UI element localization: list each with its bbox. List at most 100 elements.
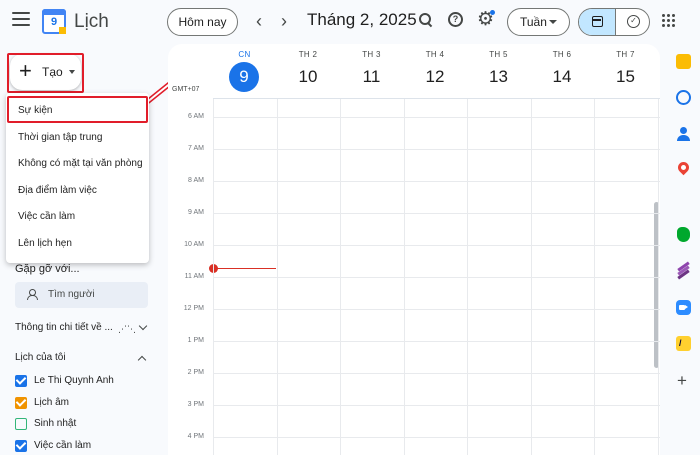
calendar-name: Lịch âm xyxy=(34,396,70,408)
evernote-icon[interactable] xyxy=(676,227,691,242)
calendar-list-item[interactable]: Việc cần làm xyxy=(15,438,155,454)
hour-gridline xyxy=(213,245,660,246)
notification-dot xyxy=(490,10,495,15)
header-divider xyxy=(213,98,660,99)
people-icon xyxy=(27,289,39,300)
maps-icon[interactable] xyxy=(675,159,692,177)
annotation-highlight-event xyxy=(7,96,148,123)
hour-gridline xyxy=(213,181,660,182)
hour-gridline xyxy=(213,309,660,310)
calendar-checkbox[interactable] xyxy=(15,418,27,430)
hour-label: 1 PM xyxy=(187,337,204,344)
calendar-checkbox[interactable] xyxy=(15,439,27,452)
hour-gridline xyxy=(213,277,660,278)
help-icon[interactable]: ? xyxy=(448,12,463,27)
insights-toggle[interactable]: Thông tin chi tiết về ... ⋰⋱ xyxy=(15,321,155,337)
mode-toggle: ✓ xyxy=(578,8,650,36)
hour-label: 3 PM xyxy=(187,401,204,408)
timezone-label: GMT+07 xyxy=(172,86,200,93)
side-panel-rail: / + xyxy=(668,44,700,455)
hour-label: 4 PM xyxy=(187,433,204,440)
search-people-placeholder: Tìm người xyxy=(48,289,95,300)
tasks-icon[interactable] xyxy=(676,90,691,105)
hour-label: 2 PM xyxy=(187,369,204,376)
hour-gridline xyxy=(213,341,660,342)
day-header[interactable]: CN 9 xyxy=(213,44,276,98)
search-people-input[interactable]: Tìm người xyxy=(15,282,148,308)
my-calendars-label: Lịch của tôi xyxy=(15,352,66,363)
top-bar: 9 Lịch Hôm nay ‹ › Tháng 2, 2025 ? ⚙ Tuầ… xyxy=(0,0,700,44)
calendar-list-item[interactable]: Sinh nhật xyxy=(15,416,155,432)
chevron-down-icon xyxy=(138,321,148,331)
day-header[interactable]: TH 6 14 xyxy=(531,44,594,98)
contacts-icon[interactable] xyxy=(676,127,691,142)
day-name: CN xyxy=(238,50,251,59)
calendar-name: Le Thi Quynh Anh xyxy=(34,375,114,386)
day-number[interactable]: 12 xyxy=(404,63,467,91)
view-select[interactable]: Tuần xyxy=(507,8,570,36)
hour-gridline xyxy=(213,213,660,214)
my-calendars-toggle[interactable]: Lịch của tôi xyxy=(15,351,155,367)
create-menu-item[interactable]: Việc cần làm xyxy=(6,204,149,230)
hour-gridline xyxy=(213,149,660,150)
day-name: TH 2 xyxy=(298,50,318,59)
create-menu-item[interactable]: Thời gian tập trung xyxy=(6,125,149,151)
stack-icon[interactable] xyxy=(676,261,691,280)
hour-label: 12 PM xyxy=(183,305,204,312)
add-addon-icon[interactable]: + xyxy=(677,372,687,389)
google-apps-icon[interactable] xyxy=(662,14,676,28)
day-number[interactable]: 9 xyxy=(229,62,259,92)
calendar-icon xyxy=(592,16,603,27)
main-menu-icon[interactable] xyxy=(12,12,30,28)
hour-label: 11 AM xyxy=(184,273,204,280)
day-name: TH 7 xyxy=(616,50,635,59)
day-name: TH 3 xyxy=(362,50,381,59)
annotation-highlight-create xyxy=(7,53,84,93)
day-number[interactable]: 15 xyxy=(594,63,657,91)
search-icon[interactable] xyxy=(419,13,433,27)
keep-icon[interactable] xyxy=(676,54,691,69)
check-circle-icon: ✓ xyxy=(627,15,640,28)
tasks-mode-button[interactable]: ✓ xyxy=(615,9,649,35)
view-select-label: Tuần xyxy=(520,15,547,29)
day-number[interactable]: 13 xyxy=(467,63,530,91)
day-number[interactable]: 11 xyxy=(340,63,403,91)
zoom-icon[interactable] xyxy=(676,300,691,315)
meet-with-title: Gặp gỡ với... xyxy=(15,263,80,275)
hour-label: 10 AM xyxy=(184,241,204,248)
previous-week-icon[interactable]: ‹ xyxy=(256,10,262,32)
create-menu-item[interactable]: Lên lịch hẹn xyxy=(6,231,149,257)
day-number[interactable]: 14 xyxy=(531,63,594,91)
calendar-checkbox[interactable] xyxy=(15,375,27,387)
calendar-checkbox[interactable] xyxy=(15,396,27,409)
calendar-list-item[interactable]: Le Thi Quynh Anh xyxy=(15,373,155,389)
day-header[interactable]: TH 4 12 xyxy=(404,44,467,98)
calendar-name: Việc cần làm xyxy=(34,439,92,451)
day-header[interactable]: TH 3 11 xyxy=(340,44,403,98)
chevron-up-icon xyxy=(137,355,147,365)
create-menu-item[interactable]: Địa điểm làm việc xyxy=(6,178,149,204)
sparkline-icon: ⋰⋱ xyxy=(118,324,136,334)
hour-gridline xyxy=(213,437,660,438)
today-button[interactable]: Hôm nay xyxy=(167,8,238,36)
day-header[interactable]: TH 7 15 xyxy=(594,44,657,98)
create-menu-item[interactable]: Không có mặt tại văn phòng xyxy=(6,151,149,177)
day-name: TH 5 xyxy=(489,50,508,59)
calendar-mode-button[interactable] xyxy=(579,9,615,35)
hour-gridline xyxy=(213,405,660,406)
app-title: Lịch xyxy=(74,11,109,32)
caret-down-icon xyxy=(549,20,557,24)
hour-gridline xyxy=(213,117,660,118)
day-header[interactable]: TH 5 13 xyxy=(467,44,530,98)
day-header[interactable]: TH 2 10 xyxy=(277,44,340,98)
calendar-logo-icon: 9 xyxy=(42,9,66,34)
miro-icon[interactable]: / xyxy=(676,336,691,351)
day-name: TH 6 xyxy=(552,50,572,59)
hour-label: 9 AM xyxy=(188,209,204,216)
month-title: Tháng 2, 2025 xyxy=(307,10,417,29)
day-number[interactable]: 10 xyxy=(277,63,340,91)
hour-label: 7 AM xyxy=(188,145,204,152)
calendar-list-item[interactable]: Lịch âm xyxy=(15,395,155,411)
week-grid: GMT+07 CN 9 TH 2 10 TH 3 11 TH 4 12 TH 5 13 TH 6 14… xyxy=(168,44,660,455)
next-week-icon[interactable]: › xyxy=(281,10,287,32)
